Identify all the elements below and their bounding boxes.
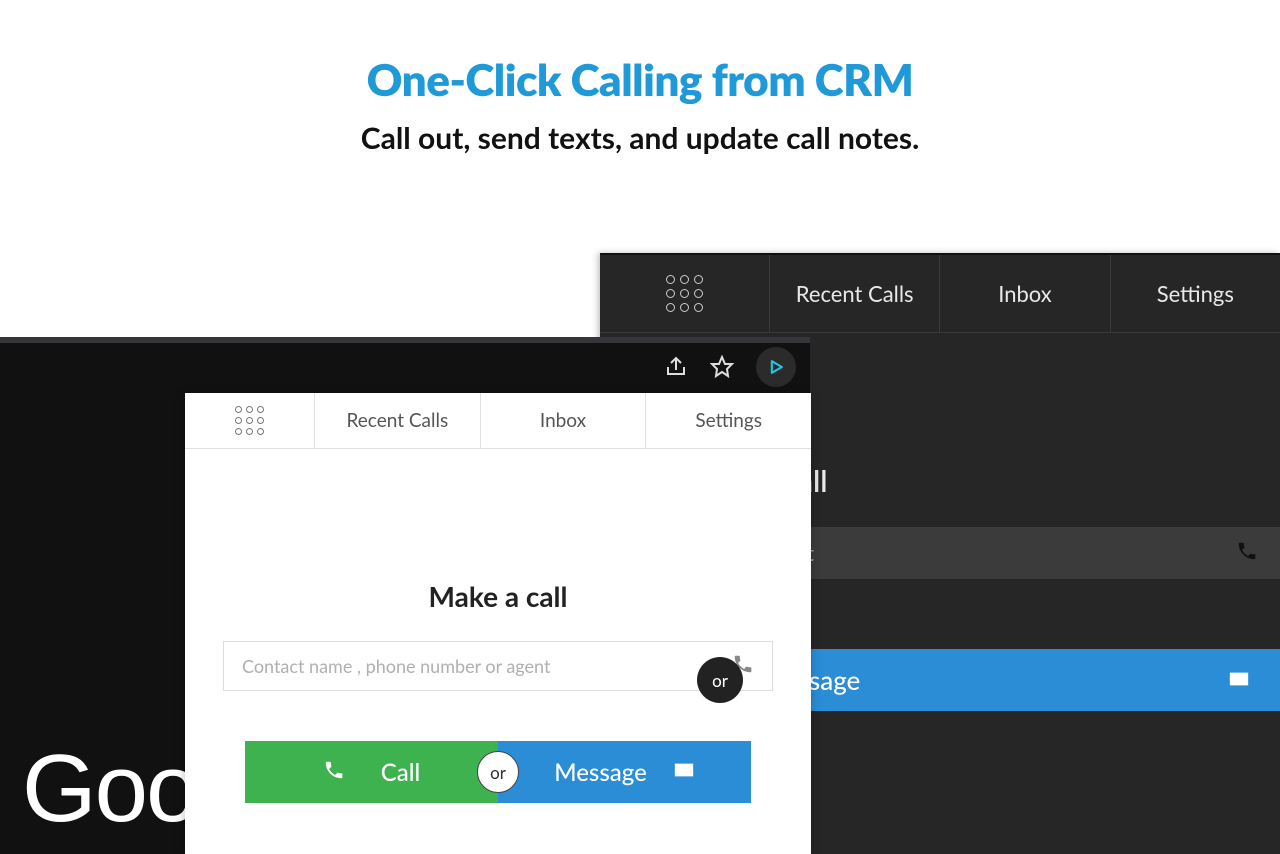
- message-button-label: Message: [554, 758, 647, 787]
- contact-input[interactable]: Contact name , phone number or agent: [223, 641, 773, 691]
- page-subheadline: Call out, send texts, and update call no…: [0, 120, 1280, 156]
- contact-input-placeholder: Contact name , phone number or agent: [242, 655, 732, 677]
- page-headline: One-Click Calling from CRM: [0, 54, 1280, 106]
- tab-recent-calls[interactable]: Recent Calls: [770, 255, 940, 332]
- tab-dialpad[interactable]: [185, 393, 315, 448]
- message-button[interactable]: Message: [498, 741, 751, 803]
- tab-inbox[interactable]: Inbox: [940, 255, 1110, 332]
- tab-recent-calls[interactable]: Recent Calls: [315, 393, 481, 448]
- dialpad-icon: [235, 406, 264, 435]
- tab-bar: Recent Calls Inbox Settings: [600, 255, 1280, 333]
- call-button-label: Call: [381, 758, 420, 787]
- star-icon[interactable]: [710, 355, 734, 379]
- tab-bar: Recent Calls Inbox Settings: [185, 393, 811, 449]
- tab-inbox[interactable]: Inbox: [481, 393, 647, 448]
- tab-dialpad[interactable]: [600, 255, 770, 332]
- or-divider: or: [697, 657, 743, 703]
- phone-icon: [1236, 540, 1258, 567]
- extension-play-icon[interactable]: [756, 347, 796, 387]
- phone-icon: [323, 758, 345, 787]
- envelope-icon: [673, 758, 695, 787]
- envelope-icon: [1228, 664, 1250, 696]
- share-icon[interactable]: [664, 355, 688, 379]
- tab-settings[interactable]: Settings: [646, 393, 811, 448]
- tab-settings[interactable]: Settings: [1111, 255, 1280, 332]
- call-message-actions: Call or Message: [245, 741, 751, 803]
- make-a-call-title: Make a call: [185, 579, 811, 613]
- dialpad-icon: [666, 275, 703, 312]
- or-divider: or: [477, 751, 519, 793]
- partial-logo-text: Goo: [22, 734, 197, 844]
- call-button[interactable]: Call: [245, 741, 498, 803]
- dialer-light-theme: Recent Calls Inbox Settings Make a call …: [185, 393, 811, 854]
